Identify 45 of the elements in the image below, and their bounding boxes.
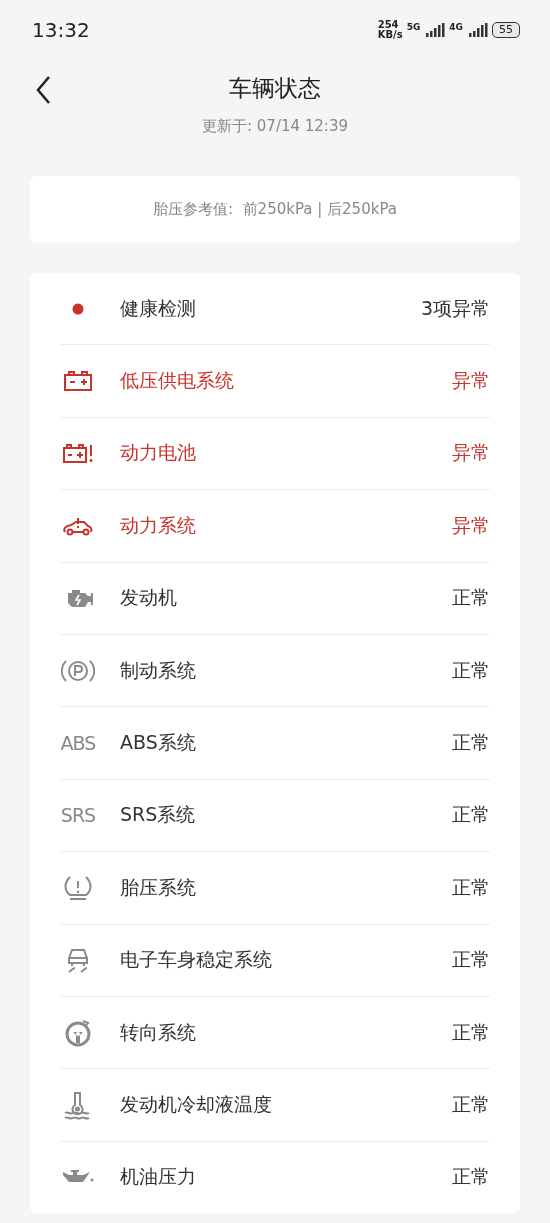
status-dot-icon <box>72 302 84 315</box>
system-name: ABS系统 <box>120 730 197 756</box>
parking-brake-icon <box>61 657 95 684</box>
system-name: 转向系统 <box>120 1019 197 1045</box>
system-name: 机油压力 <box>120 1164 197 1190</box>
page-title: 车辆状态 <box>229 74 321 103</box>
system-name: 发动机冷却液温度 <box>120 1092 273 1117</box>
system-status: 正常 <box>452 1019 490 1045</box>
system-status: 正常 <box>452 657 490 683</box>
system-status: 异常 <box>452 368 490 394</box>
system-status: 正常 <box>452 585 490 611</box>
speed-unit: KB/s <box>377 30 403 40</box>
system-status: 3项异常 <box>420 295 490 321</box>
system-status: 正常 <box>452 802 490 828</box>
system-status: 异常 <box>452 512 490 538</box>
network-type: 5G <box>406 22 421 32</box>
tire-pressure-icon <box>62 874 94 901</box>
system-status: 正常 <box>452 730 490 756</box>
steering-wheel-icon <box>63 1017 93 1048</box>
tire-pressure-reference: 胎压参考值: 前250kPa | 后250kPa <box>153 200 397 219</box>
system-name: 发动机 <box>120 585 178 611</box>
system-name: 低压供电系统 <box>120 368 235 394</box>
network-speed: 254 <box>377 20 400 30</box>
system-status: 正常 <box>452 1164 490 1190</box>
system-status: 正常 <box>452 1092 490 1117</box>
system-name: 制动系统 <box>120 657 197 683</box>
system-icon-label: SRS <box>60 804 96 827</box>
update-time: 更新于: 07/14 12:39 <box>200 117 349 136</box>
system-status: 异常 <box>452 440 490 466</box>
signal-icon <box>424 23 446 37</box>
battery-alert-icon <box>62 442 94 465</box>
battery-icon <box>63 370 93 393</box>
network-type: 4G <box>449 22 463 32</box>
battery-level: 55 <box>492 22 520 38</box>
clock-time: 13:32 <box>32 18 90 42</box>
system-icon-label: ABS <box>60 732 96 755</box>
system-name: 健康检测 <box>120 295 197 321</box>
system-name: 动力电池 <box>120 440 197 466</box>
system-name: 胎压系统 <box>120 874 197 900</box>
system-name: SRS系统 <box>120 802 197 828</box>
system-name: 电子车身稳定系统 <box>120 947 273 973</box>
system-name: 动力系统 <box>120 512 197 538</box>
signal-icon <box>467 23 488 37</box>
system-status: 正常 <box>452 874 490 900</box>
system-status: 正常 <box>452 947 490 973</box>
